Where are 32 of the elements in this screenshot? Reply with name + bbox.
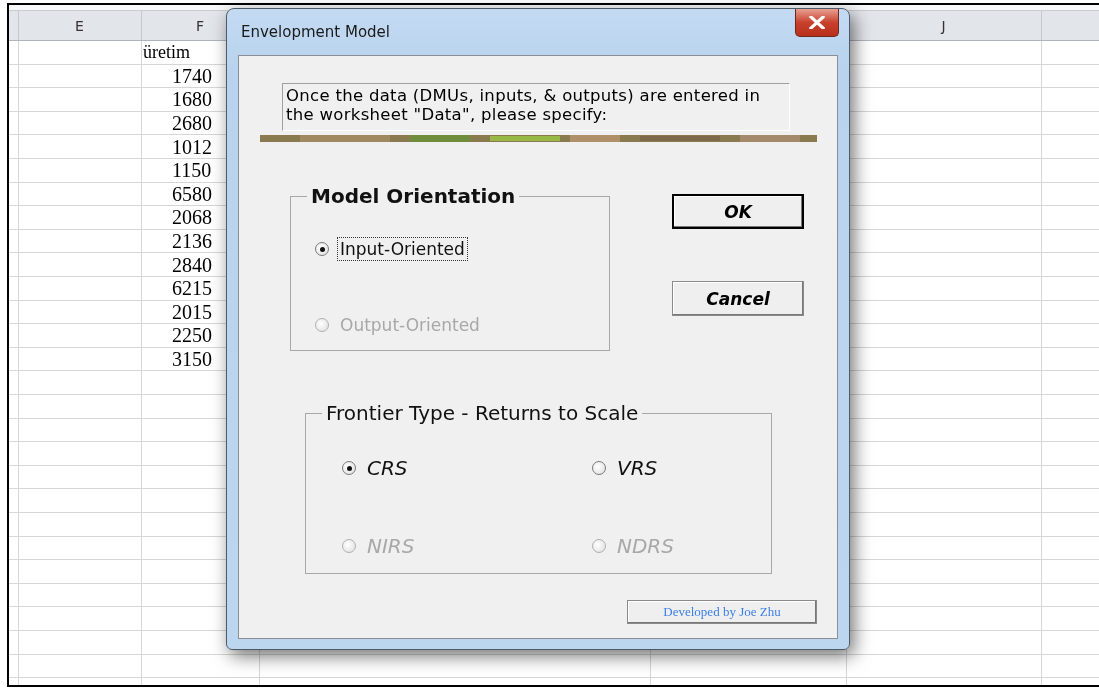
table-cell: 2068	[172, 206, 212, 230]
close-button[interactable]	[795, 9, 839, 37]
radio-label[interactable]: CRS	[365, 455, 410, 481]
column-header[interactable]: E	[75, 18, 84, 34]
column-header[interactable]: F	[195, 18, 205, 34]
radio-button[interactable]	[342, 461, 356, 475]
table-cell: 6215	[172, 277, 212, 301]
table-cell: 1680	[172, 88, 212, 112]
table-cell: 2840	[172, 253, 212, 277]
radio-label[interactable]: Input-Oriented	[338, 238, 467, 260]
table-cell: 1012	[172, 135, 212, 159]
table-cell: 2136	[172, 230, 212, 254]
column-header[interactable]: J	[941, 18, 946, 34]
table-cell: 2250	[172, 324, 212, 348]
table-cell: 2015	[172, 300, 212, 324]
table-cell: 2680	[172, 112, 212, 136]
dialog-button[interactable]: Cancel	[672, 281, 804, 316]
instruction-text: Once the data (DMUs, inputs, & outputs) are entered in the worksheet "Data", please specify:	[282, 83, 790, 131]
dialog-button[interactable]: OK	[672, 194, 804, 229]
credit-button[interactable]: Developed by Joe Zhu	[627, 600, 817, 624]
table-cell: 6580	[172, 182, 212, 206]
table-cell: 3150	[172, 348, 212, 371]
group-title: Frontier Type - Returns to Scale	[325, 401, 640, 425]
table-cell: 1740	[172, 64, 212, 88]
close-icon	[809, 16, 825, 29]
table-cell: üretim	[143, 42, 190, 64]
table-cell: 1150	[172, 159, 212, 183]
window-title: Envelopment Model	[241, 23, 390, 41]
radio-label[interactable]: VRS	[615, 455, 660, 481]
radio-button[interactable]	[592, 461, 606, 475]
radio-button[interactable]	[315, 242, 329, 256]
group-title: Model Orientation	[310, 184, 517, 208]
